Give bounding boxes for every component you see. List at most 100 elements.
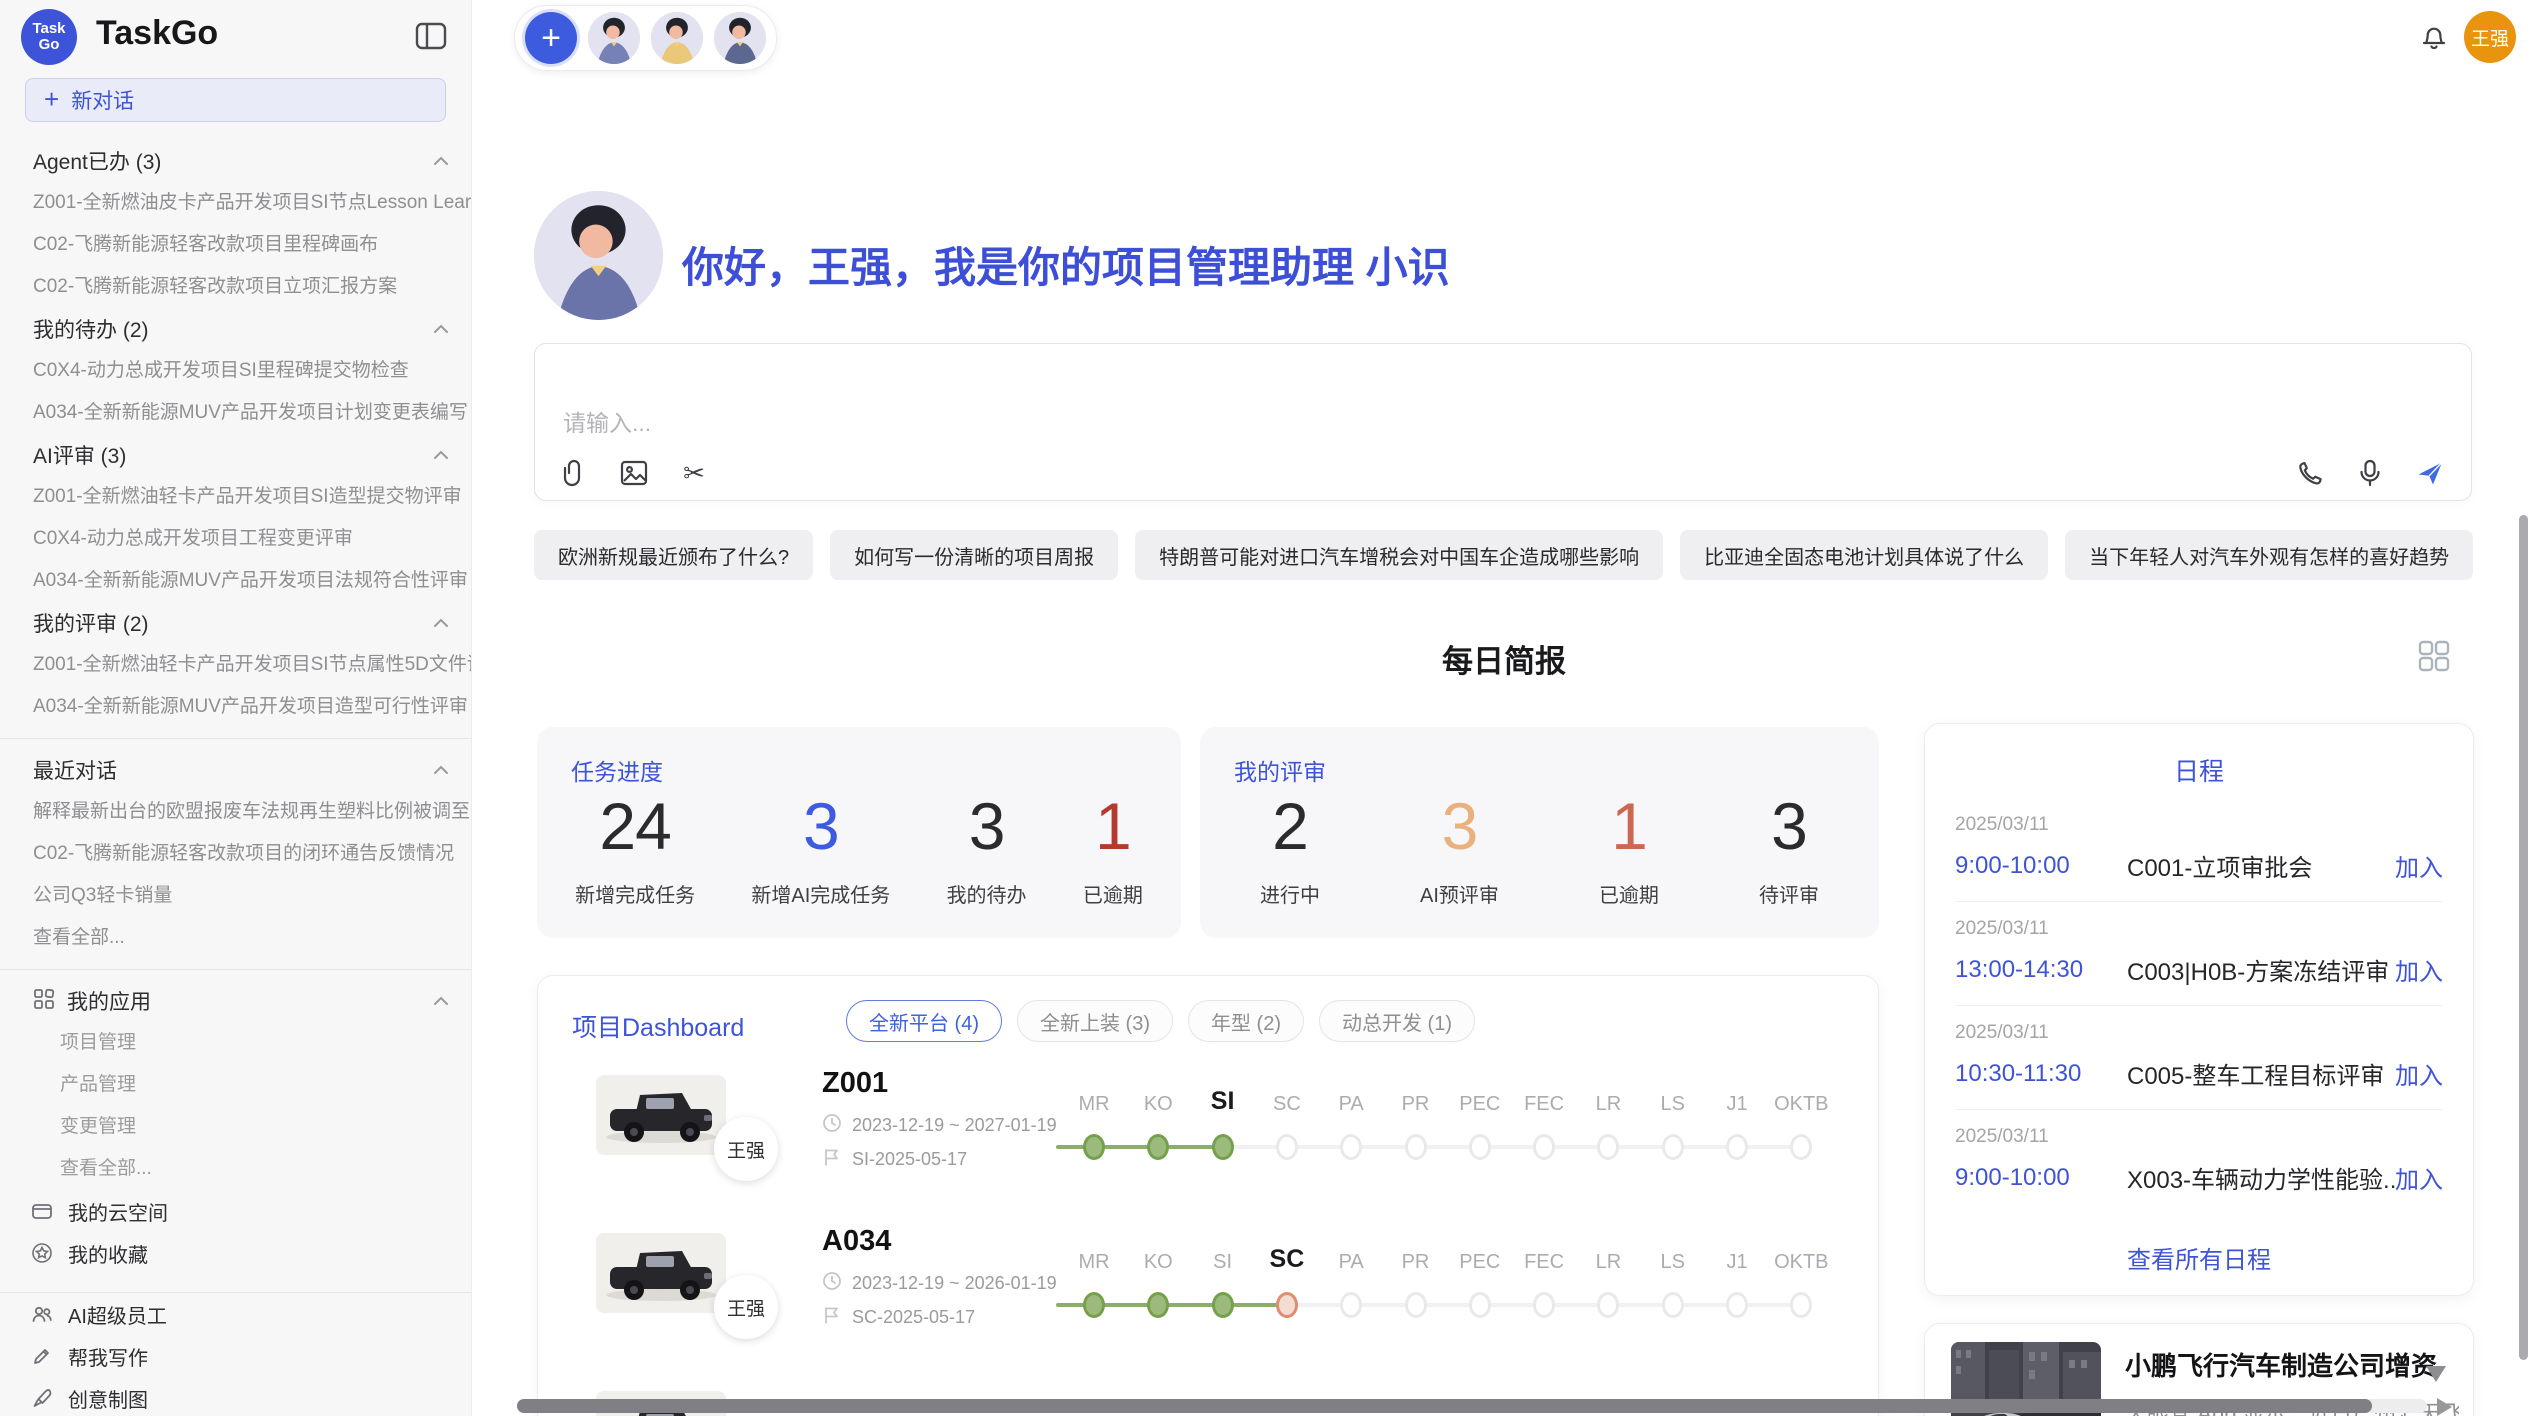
- assistant-avatar: [534, 191, 663, 320]
- agent-avatar-3[interactable]: [714, 12, 766, 64]
- phone-icon[interactable]: [2295, 458, 2325, 488]
- sidebar-section-group-2[interactable]: AI评审 (3): [0, 434, 471, 476]
- dashboard-tab[interactable]: 年型 (2): [1188, 1000, 1304, 1042]
- scroll-right-arrow-icon[interactable]: [2437, 1398, 2452, 1416]
- milestone-node-pending[interactable]: [1405, 1134, 1427, 1160]
- suggestion-chip[interactable]: 欧洲新规最近颁布了什么?: [534, 530, 813, 580]
- milestone-node-pending[interactable]: [1533, 1134, 1555, 1160]
- sidebar-item[interactable]: 解释最新出台的欧盟报废车法规再生塑料比例被调至15%...: [0, 791, 471, 833]
- sidebar-item-people[interactable]: AI超级员工: [0, 1293, 471, 1335]
- user-avatar[interactable]: 王强: [2464, 11, 2516, 63]
- join-meeting-link[interactable]: 加入: [2395, 1056, 2443, 1091]
- project-code: A034: [822, 1225, 891, 1258]
- milestone-node-pending[interactable]: [1726, 1292, 1748, 1318]
- agent-avatar-1[interactable]: [588, 12, 640, 64]
- milestone-node-pending[interactable]: [1597, 1134, 1619, 1160]
- mic-icon[interactable]: [2355, 458, 2385, 488]
- horizontal-scrollbar-thumb[interactable]: [517, 1399, 2372, 1413]
- scissors-icon[interactable]: ✂: [679, 458, 709, 488]
- sidebar-item[interactable]: A034-全新新能源MUV产品开发项目法规符合性评审: [0, 560, 471, 602]
- sidebar-item[interactable]: 查看全部...: [0, 1148, 471, 1190]
- image-icon[interactable]: [619, 458, 649, 488]
- sidebar-item[interactable]: C02-飞腾新能源轻客改款项目的闭环通告反馈情况: [0, 833, 471, 875]
- sidebar-item[interactable]: 项目管理: [0, 1022, 471, 1064]
- schedule-title: 日程: [1925, 752, 2473, 788]
- project-row[interactable]: 王强A0342023-12-19 ~ 2026-01-19SC-2025-05-…: [538, 1219, 1878, 1377]
- sidebar-item[interactable]: 查看全部...: [0, 917, 471, 959]
- sidebar-item[interactable]: C02-飞腾新能源轻客改款项目立项汇报方案: [0, 266, 471, 308]
- milestone-node-pending[interactable]: [1469, 1134, 1491, 1160]
- join-meeting-link[interactable]: 加入: [2395, 848, 2443, 883]
- stat-value: 2: [1272, 793, 1308, 859]
- milestone-node-done[interactable]: [1212, 1292, 1234, 1318]
- milestone-node-done[interactable]: [1212, 1134, 1234, 1160]
- join-meeting-link[interactable]: 加入: [2395, 1160, 2443, 1195]
- milestone-node-done[interactable]: [1083, 1292, 1105, 1318]
- project-row[interactable]: 王强Z0012023-12-19 ~ 2027-01-19SI-2025-05-…: [538, 1061, 1878, 1219]
- sidebar-item[interactable]: A034-全新新能源MUV产品开发项目计划变更表编写: [0, 392, 471, 434]
- milestone-node-done[interactable]: [1083, 1134, 1105, 1160]
- dashboard-tab[interactable]: 全新平台 (4): [846, 1000, 1002, 1042]
- milestone-node-pending[interactable]: [1405, 1292, 1427, 1318]
- sidebar-item-brush[interactable]: 创意制图: [0, 1377, 471, 1416]
- milestone-node-pending[interactable]: [1790, 1134, 1812, 1160]
- sidebar-section-recent[interactable]: 最近对话: [0, 749, 471, 791]
- paperclip-icon[interactable]: [559, 458, 589, 488]
- agent-avatar-2[interactable]: [651, 12, 703, 64]
- schedule-date: 2025/03/11: [1955, 1126, 2443, 1148]
- milestone-node-pending[interactable]: [1276, 1134, 1298, 1160]
- chat-input[interactable]: [535, 344, 2471, 500]
- view-all-schedule-link[interactable]: 查看所有日程: [1925, 1240, 2473, 1275]
- milestone-node-pending[interactable]: [1726, 1134, 1748, 1160]
- panel-collapse-icon[interactable]: [415, 22, 447, 50]
- new-chat-button[interactable]: + 新对话: [25, 78, 446, 122]
- milestone-node-pending[interactable]: [1340, 1134, 1362, 1160]
- milestone-node-pending[interactable]: [1662, 1292, 1684, 1318]
- suggestion-chip[interactable]: 特朗普可能对进口汽车增税会对中国车企造成哪些影响: [1135, 530, 1663, 580]
- sidebar-item[interactable]: C02-飞腾新能源轻客改款项目里程碑画布: [0, 224, 471, 266]
- sidebar-item[interactable]: C0X4-动力总成开发项目工程变更评审: [0, 518, 471, 560]
- vertical-scrollbar-thumb[interactable]: [2519, 515, 2528, 1360]
- suggestion-chip[interactable]: 如何写一份清晰的项目周报: [830, 530, 1118, 580]
- milestone-node-overdue[interactable]: [1276, 1292, 1298, 1318]
- send-icon[interactable]: [2415, 458, 2445, 488]
- dashboard-tab[interactable]: 全新上装 (3): [1017, 1000, 1173, 1042]
- milestone-node-pending[interactable]: [1597, 1292, 1619, 1318]
- sidebar-item-pen[interactable]: 帮我写作: [0, 1335, 471, 1377]
- stat: 24新增完成任务: [575, 793, 695, 908]
- milestone-node-pending[interactable]: [1340, 1292, 1362, 1318]
- milestone-node-done[interactable]: [1147, 1292, 1169, 1318]
- sidebar-section-group-1[interactable]: 我的待办 (2): [0, 308, 471, 350]
- sidebar-section-my-apps[interactable]: 我的应用: [0, 980, 471, 1022]
- stat: 3我的待办: [947, 793, 1027, 908]
- suggestion-chip[interactable]: 当下年轻人对汽车外观有怎样的喜好趋势: [2065, 530, 2473, 580]
- add-agent-button[interactable]: +: [525, 12, 577, 64]
- sidebar-item-star[interactable]: 我的收藏: [0, 1232, 471, 1274]
- dashboard-tab[interactable]: 动总开发 (1): [1319, 1000, 1475, 1042]
- milestone-node-pending[interactable]: [1790, 1292, 1812, 1318]
- join-meeting-link[interactable]: 加入: [2395, 952, 2443, 987]
- milestone-node-pending[interactable]: [1662, 1134, 1684, 1160]
- sidebar-item[interactable]: A034-全新新能源MUV产品开发项目造型可行性评审: [0, 686, 471, 728]
- scroll-down-arrow-icon[interactable]: [2426, 1366, 2446, 1382]
- sidebar-item[interactable]: 产品管理: [0, 1064, 471, 1106]
- sidebar-item[interactable]: Z001-全新燃油皮卡产品开发项目SI节点Lesson Learn报告: [0, 182, 471, 224]
- sidebar-section-group-3[interactable]: 我的评审 (2): [0, 602, 471, 644]
- sidebar-item[interactable]: Z001-全新燃油轻卡产品开发项目SI节点属性5D文件评审: [0, 644, 471, 686]
- sidebar-item[interactable]: 公司Q3轻卡销量: [0, 875, 471, 917]
- layout-grid-icon[interactable]: [2416, 638, 2452, 674]
- sidebar-section-group-0[interactable]: Agent已办 (3): [0, 140, 471, 182]
- sidebar-item[interactable]: 变更管理: [0, 1106, 471, 1148]
- sidebar-link-label: 我的云空间: [68, 1197, 168, 1226]
- person-illustration: [588, 12, 640, 64]
- bell-icon[interactable]: [2418, 20, 2450, 52]
- schedule-panel: 日程 2025/03/119:00-10:00C001-立项审批会加入2025/…: [1924, 723, 2474, 1296]
- milestone-node-pending[interactable]: [1469, 1292, 1491, 1318]
- sidebar-item-cloud[interactable]: 我的云空间: [0, 1190, 471, 1232]
- chevron-up-icon: [433, 618, 449, 628]
- sidebar-item[interactable]: C0X4-动力总成开发项目SI里程碑提交物检查: [0, 350, 471, 392]
- suggestion-chip[interactable]: 比亚迪全固态电池计划具体说了什么: [1680, 530, 2048, 580]
- sidebar-item[interactable]: Z001-全新燃油轻卡产品开发项目SI造型提交物评审: [0, 476, 471, 518]
- milestone-node-done[interactable]: [1147, 1134, 1169, 1160]
- milestone-node-pending[interactable]: [1533, 1292, 1555, 1318]
